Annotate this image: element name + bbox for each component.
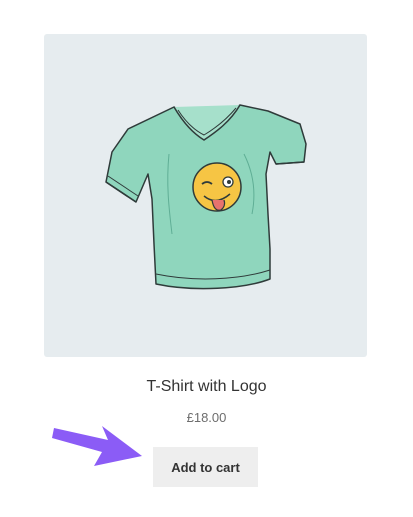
add-to-cart-button[interactable]: Add to cart [153, 447, 258, 487]
tshirt-with-logo-image [105, 104, 307, 290]
product-card: T-Shirt with Logo £18.00 Add to cart [0, 0, 413, 517]
product-image-link[interactable] [44, 34, 367, 357]
product-title[interactable]: T-Shirt with Logo [0, 378, 413, 396]
pointer-arrow-icon [52, 426, 142, 466]
